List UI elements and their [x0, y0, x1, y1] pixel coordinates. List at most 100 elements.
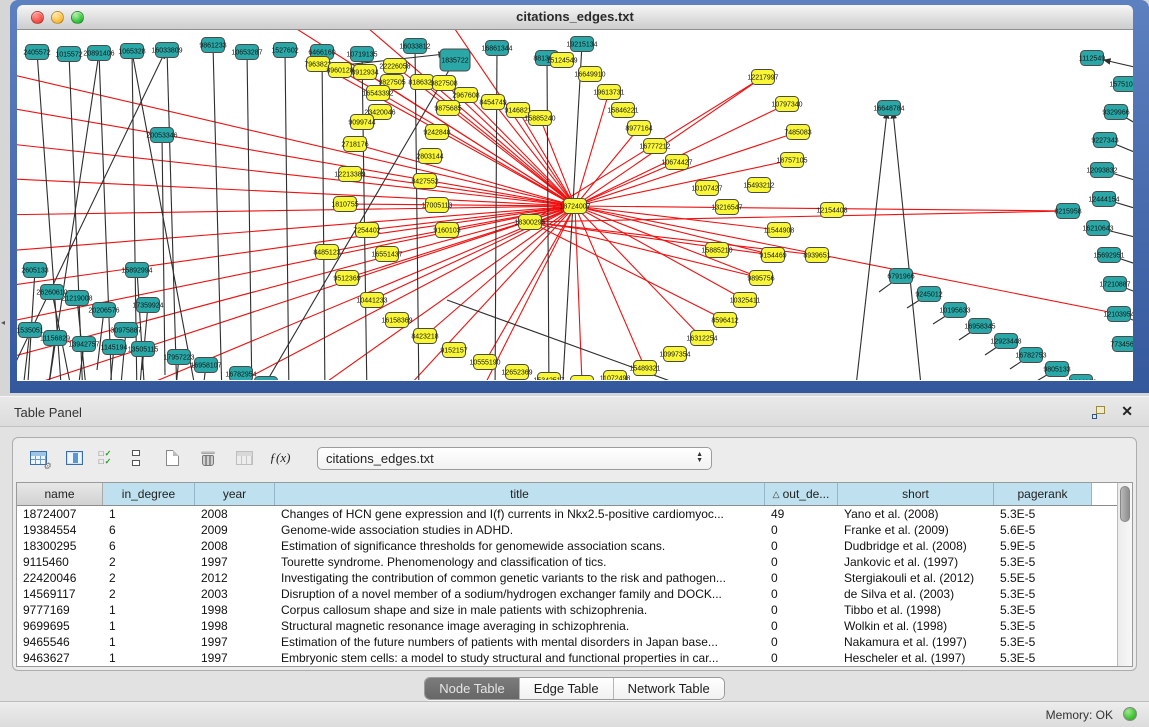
table-cell[interactable]: 0 — [765, 538, 838, 554]
graph-node[interactable]: 16210643 — [1082, 221, 1113, 236]
graph-node[interactable]: 16958107 — [190, 358, 221, 373]
graph-node[interactable]: 9329966 — [1102, 105, 1129, 120]
memory-status-indicator[interactable] — [1123, 707, 1137, 721]
table-cell[interactable]: 2012 — [195, 570, 275, 586]
column-header-year[interactable]: year — [195, 483, 275, 505]
graph-node[interactable]: 8939651 — [803, 248, 830, 263]
graph-node[interactable]: 20891406 — [83, 46, 114, 61]
table-cell[interactable]: Estimation of the future numbers of pati… — [275, 634, 765, 650]
graph-node[interactable]: 16777212 — [639, 139, 670, 154]
network-selector-dropdown[interactable]: citations_edges.txt ▲▼ — [317, 447, 712, 470]
graph-node[interactable]: 12444190 — [1065, 375, 1096, 381]
table-row[interactable]: 2242004622012Investigating the contribut… — [17, 570, 1117, 586]
table-cell[interactable]: 22420046 — [17, 570, 103, 586]
graph-node[interactable]: 1015572 — [55, 47, 82, 62]
graph-edge[interactable] — [137, 270, 145, 380]
table-cell[interactable]: 1 — [103, 618, 195, 634]
graph-node[interactable]: 16158369 — [381, 313, 412, 328]
table-cell[interactable]: 1 — [103, 602, 195, 618]
row-height-icon[interactable] — [123, 445, 149, 471]
graph-node[interactable]: 9895756 — [747, 271, 774, 286]
graph-node[interactable]: 15489321 — [629, 361, 660, 376]
scrollbar-thumb[interactable] — [1120, 486, 1130, 522]
table-cell[interactable]: Yano et al. (2008) — [838, 506, 994, 522]
graph-node[interactable]: 9861233 — [199, 38, 226, 53]
graph-node[interactable]: 8912934 — [351, 65, 378, 80]
table-cell[interactable]: Estimation of significance thresholds fo… — [275, 538, 765, 554]
table-cell[interactable]: Jankovic et al. (1997) — [838, 554, 994, 570]
graph-node[interactable]: 12103954 — [1103, 307, 1133, 322]
table-cell[interactable]: 1998 — [195, 618, 275, 634]
graph-edge[interactable] — [893, 112, 922, 380]
table-cell[interactable]: Hescheler et al. (1997) — [838, 650, 994, 666]
network-canvas[interactable]: 2405572101557220891406106532816033809986… — [17, 30, 1133, 381]
table-cell[interactable]: 2 — [103, 586, 195, 602]
graph-node[interactable]: 10797340 — [771, 97, 802, 112]
graph-node[interactable]: 12154408 — [816, 203, 847, 218]
graph-node[interactable]: 16958345 — [964, 319, 995, 334]
column-header-pagerank[interactable]: pagerank — [994, 483, 1092, 505]
graph-node[interactable]: 30975887 — [110, 323, 141, 338]
table-cell[interactable]: 5.5E-5 — [994, 570, 1092, 586]
table-row[interactable]: 1938455462009Genome-wide association stu… — [17, 522, 1117, 538]
graph-edge[interactable] — [167, 50, 177, 380]
table-cell[interactable]: 9115460 — [17, 554, 103, 570]
column-header-title[interactable]: title — [275, 483, 765, 505]
graph-edge[interactable] — [17, 142, 575, 206]
table-cell[interactable]: Tourette syndrome. Phenomenology and cla… — [275, 554, 765, 570]
graph-node[interactable]: 2803144 — [416, 149, 443, 164]
table-cell[interactable]: Wolkin et al. (1998) — [838, 618, 994, 634]
table-cell[interactable]: 5.3E-5 — [994, 506, 1092, 522]
graph-node[interactable]: 12213389 — [334, 167, 365, 182]
table-settings-icon[interactable]: ⚙ — [25, 445, 51, 471]
graph-node[interactable]: 15885210 — [701, 243, 732, 258]
table-cell[interactable]: 2003 — [195, 586, 275, 602]
graph-node[interactable]: 22226058 — [379, 59, 410, 74]
graph-node[interactable]: 15493212 — [743, 178, 774, 193]
graph-node[interactable]: 10555190 — [469, 355, 500, 370]
column-header-in_degree[interactable]: in_degree — [103, 483, 195, 505]
graph-node[interactable]: 9099744 — [348, 115, 375, 130]
table-cell[interactable]: 2008 — [195, 506, 275, 522]
graph-node[interactable]: 9827508 — [430, 76, 457, 91]
table-cell[interactable]: 0 — [765, 634, 838, 650]
graph-node[interactable]: 15751074 — [1109, 77, 1133, 92]
graph-edge[interactable] — [285, 50, 289, 380]
graph-node[interactable]: 1065328 — [118, 44, 145, 59]
table-cell[interactable]: 6 — [103, 522, 195, 538]
table-cell[interactable]: Genome-wide association studies in ADHD. — [275, 522, 765, 538]
graph-node[interactable]: 2605133 — [21, 263, 48, 278]
graph-node[interactable]: 16551437 — [371, 247, 402, 262]
graph-node[interactable]: 16033812 — [399, 39, 430, 54]
graph-node[interactable]: 20206576 — [88, 303, 119, 318]
function-builder-icon[interactable]: ƒ(x) — [267, 445, 293, 471]
graph-node[interactable]: 8215958 — [1054, 204, 1081, 219]
table-cell[interactable]: Changes of HCN gene expression and I(f) … — [275, 506, 765, 522]
table-cell[interactable]: 1 — [103, 650, 195, 666]
graph-edge[interactable] — [387, 206, 575, 380]
table-row[interactable]: 1872400712008Changes of HCN gene express… — [17, 506, 1117, 522]
graph-node[interactable]: 13505115 — [128, 342, 159, 357]
table-cell[interactable]: Stergiakouli et al. (2012) — [838, 570, 994, 586]
table-cell[interactable]: 5.3E-5 — [994, 586, 1092, 602]
table-scrollbar[interactable] — [1117, 483, 1132, 666]
graph-node[interactable]: 9245012 — [915, 287, 942, 302]
float-panel-icon[interactable] — [1092, 406, 1105, 419]
graph-node[interactable]: 1112549 — [1079, 51, 1105, 66]
column-visibility-icon[interactable] — [61, 445, 87, 471]
graph-edge[interactable] — [162, 135, 165, 375]
graph-edge[interactable] — [17, 52, 165, 370]
table-cell[interactable]: 6 — [103, 538, 195, 554]
table-cell[interactable]: 2 — [103, 570, 195, 586]
graph-node[interactable]: 8977164 — [625, 121, 652, 136]
table-cell[interactable]: 9699695 — [17, 618, 103, 634]
column-header-short[interactable]: short — [838, 483, 994, 505]
table-cell[interactable]: 9465546 — [17, 634, 103, 650]
table-cell[interactable]: 1997 — [195, 650, 275, 666]
graph-edge[interactable] — [575, 206, 702, 338]
network-window-titlebar[interactable]: citations_edges.txt — [17, 5, 1133, 30]
graph-node[interactable]: 18724007 — [559, 199, 590, 214]
table-cell[interactable]: 49 — [765, 506, 838, 522]
table-cell[interactable]: Tibbo et al. (1998) — [838, 602, 994, 618]
table-cell[interactable]: 2009 — [195, 522, 275, 538]
